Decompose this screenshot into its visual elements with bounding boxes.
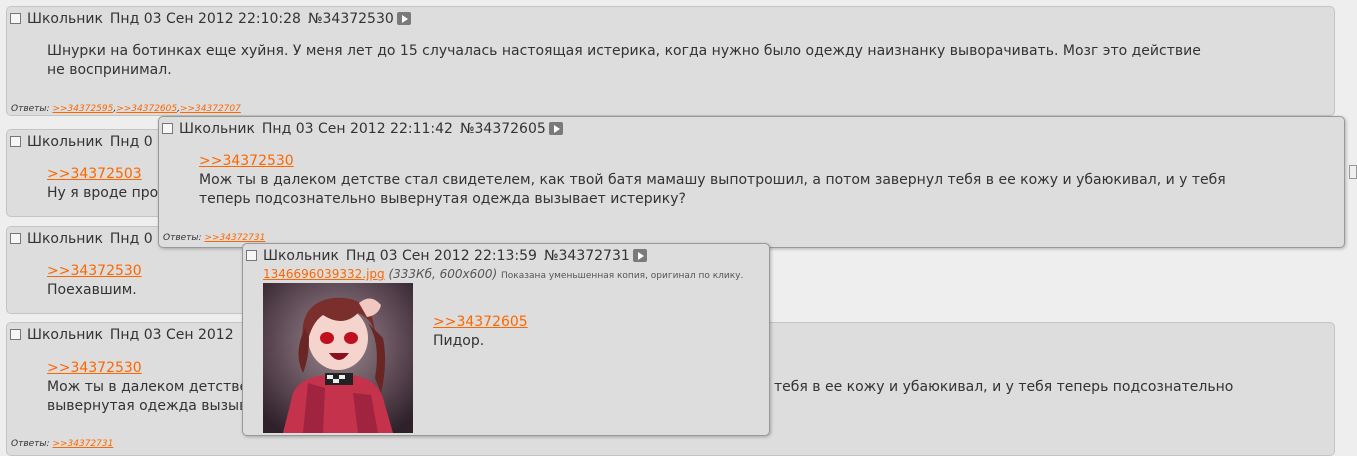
post-text: Пидор.	[433, 333, 485, 349]
reply-link[interactable]: >>34372605	[116, 104, 177, 114]
post-message: Шнурки на ботинках еще хуйня. У меня лет…	[47, 43, 1201, 78]
post-date: Пнд 0	[109, 134, 153, 150]
file-note: Показана уменьшенная копия, оригинал по …	[501, 271, 744, 281]
poster-name: Школьник	[179, 121, 255, 137]
post-date: Пнд 03 Сен 2012 22:10:28	[109, 11, 301, 27]
post-preview-popup-34372731: Школьник Пнд 03 Сен 2012 22:13:59 №3437273…	[242, 243, 770, 436]
popup-replies: Ответы: >>34372731	[163, 233, 265, 243]
post-number[interactable]: №34372731	[544, 248, 630, 264]
poster-name: Школьник	[27, 231, 103, 247]
popup-message: >>34372530 Мож ты в далеком детстве стал…	[199, 152, 1279, 209]
file-meta: (333Кб, 600x600)	[388, 267, 498, 281]
post-select-checkbox[interactable]	[10, 13, 21, 24]
post-date: Пнд 03 Сен 2012 22:13:59	[345, 248, 537, 264]
reply-link[interactable]: >>34372595	[52, 104, 113, 114]
anime-girl-thumbnail-image	[263, 283, 413, 433]
post-date: Пнд 03 Сен 2012 22:11:42	[261, 121, 453, 137]
post-select-checkbox[interactable]	[246, 250, 257, 261]
image-thumbnail[interactable]	[263, 283, 413, 433]
reply-link[interactable]: >>34372707	[180, 104, 241, 114]
reply-link[interactable]: >>34372731	[204, 233, 265, 243]
poster-name: Школьник	[27, 134, 103, 150]
post-header: Школьник Пнд 0	[10, 134, 160, 150]
expand-icon[interactable]	[632, 249, 647, 262]
reply-link[interactable]: >>34372731	[52, 439, 113, 449]
poster-name: Школьник	[263, 248, 339, 264]
replies-label: Ответы:	[163, 233, 202, 243]
post-date: Пнд 03 Сен 2012	[109, 327, 234, 343]
post-select-checkbox[interactable]	[10, 329, 21, 340]
post-header: Школьник Пнд 03 Сен 2012 22:10:28 №3437253…	[10, 11, 411, 27]
post-header: Школьник Пнд 0	[10, 231, 160, 247]
poster-name: Школьник	[27, 327, 103, 343]
post-number[interactable]: №34372530	[308, 11, 394, 27]
expand-icon[interactable]	[396, 12, 411, 25]
post-select-checkbox[interactable]	[162, 123, 173, 134]
popup-header: Школьник Пнд 03 Сен 2012 22:13:59 №3437273…	[246, 248, 647, 264]
post-text-left: Мож ты в далеком детстве	[47, 379, 249, 395]
post-date: Пнд 0	[109, 231, 153, 247]
file-link[interactable]: 1346696039332.jpg	[263, 267, 385, 281]
file-info: 1346696039332.jpg (333Кб, 600x600) Показ…	[263, 267, 743, 281]
post-select-checkbox[interactable]	[10, 233, 21, 244]
post-header: Школьник Пнд 03 Сен 2012	[10, 327, 241, 343]
replies-label: Ответы:	[11, 104, 50, 114]
expand-icon[interactable]	[548, 122, 563, 135]
post-select-checkbox[interactable]	[10, 136, 21, 147]
post-text-right: тебя в ее кожу и убаюкивал, и у тебя теп…	[774, 379, 1234, 395]
poster-name: Школьник	[27, 11, 103, 27]
post-text: Мож ты в далеком детстве стал свидетелем…	[199, 172, 1226, 207]
replies-label: Ответы:	[11, 439, 50, 449]
scrollbar-thumb[interactable]	[1349, 165, 1357, 179]
quote-link[interactable]: >>34372605	[433, 313, 733, 332]
post-34372530: Школьник Пнд 03 Сен 2012 22:10:28 №3437253…	[6, 6, 1335, 116]
post-preview-popup-34372605: Школьник Пнд 03 Сен 2012 22:11:42 №3437260…	[158, 116, 1345, 248]
popup-message: >>34372605 Пидор.	[433, 313, 733, 351]
quote-link[interactable]: >>34372530	[199, 152, 1279, 171]
post-replies: Ответы: >>34372595,>>34372605,>>34372707	[11, 104, 241, 114]
post-replies: Ответы: >>34372731	[11, 439, 113, 449]
post-number[interactable]: №34372605	[460, 121, 546, 137]
popup-header: Школьник Пнд 03 Сен 2012 22:11:42 №3437260…	[162, 121, 563, 137]
